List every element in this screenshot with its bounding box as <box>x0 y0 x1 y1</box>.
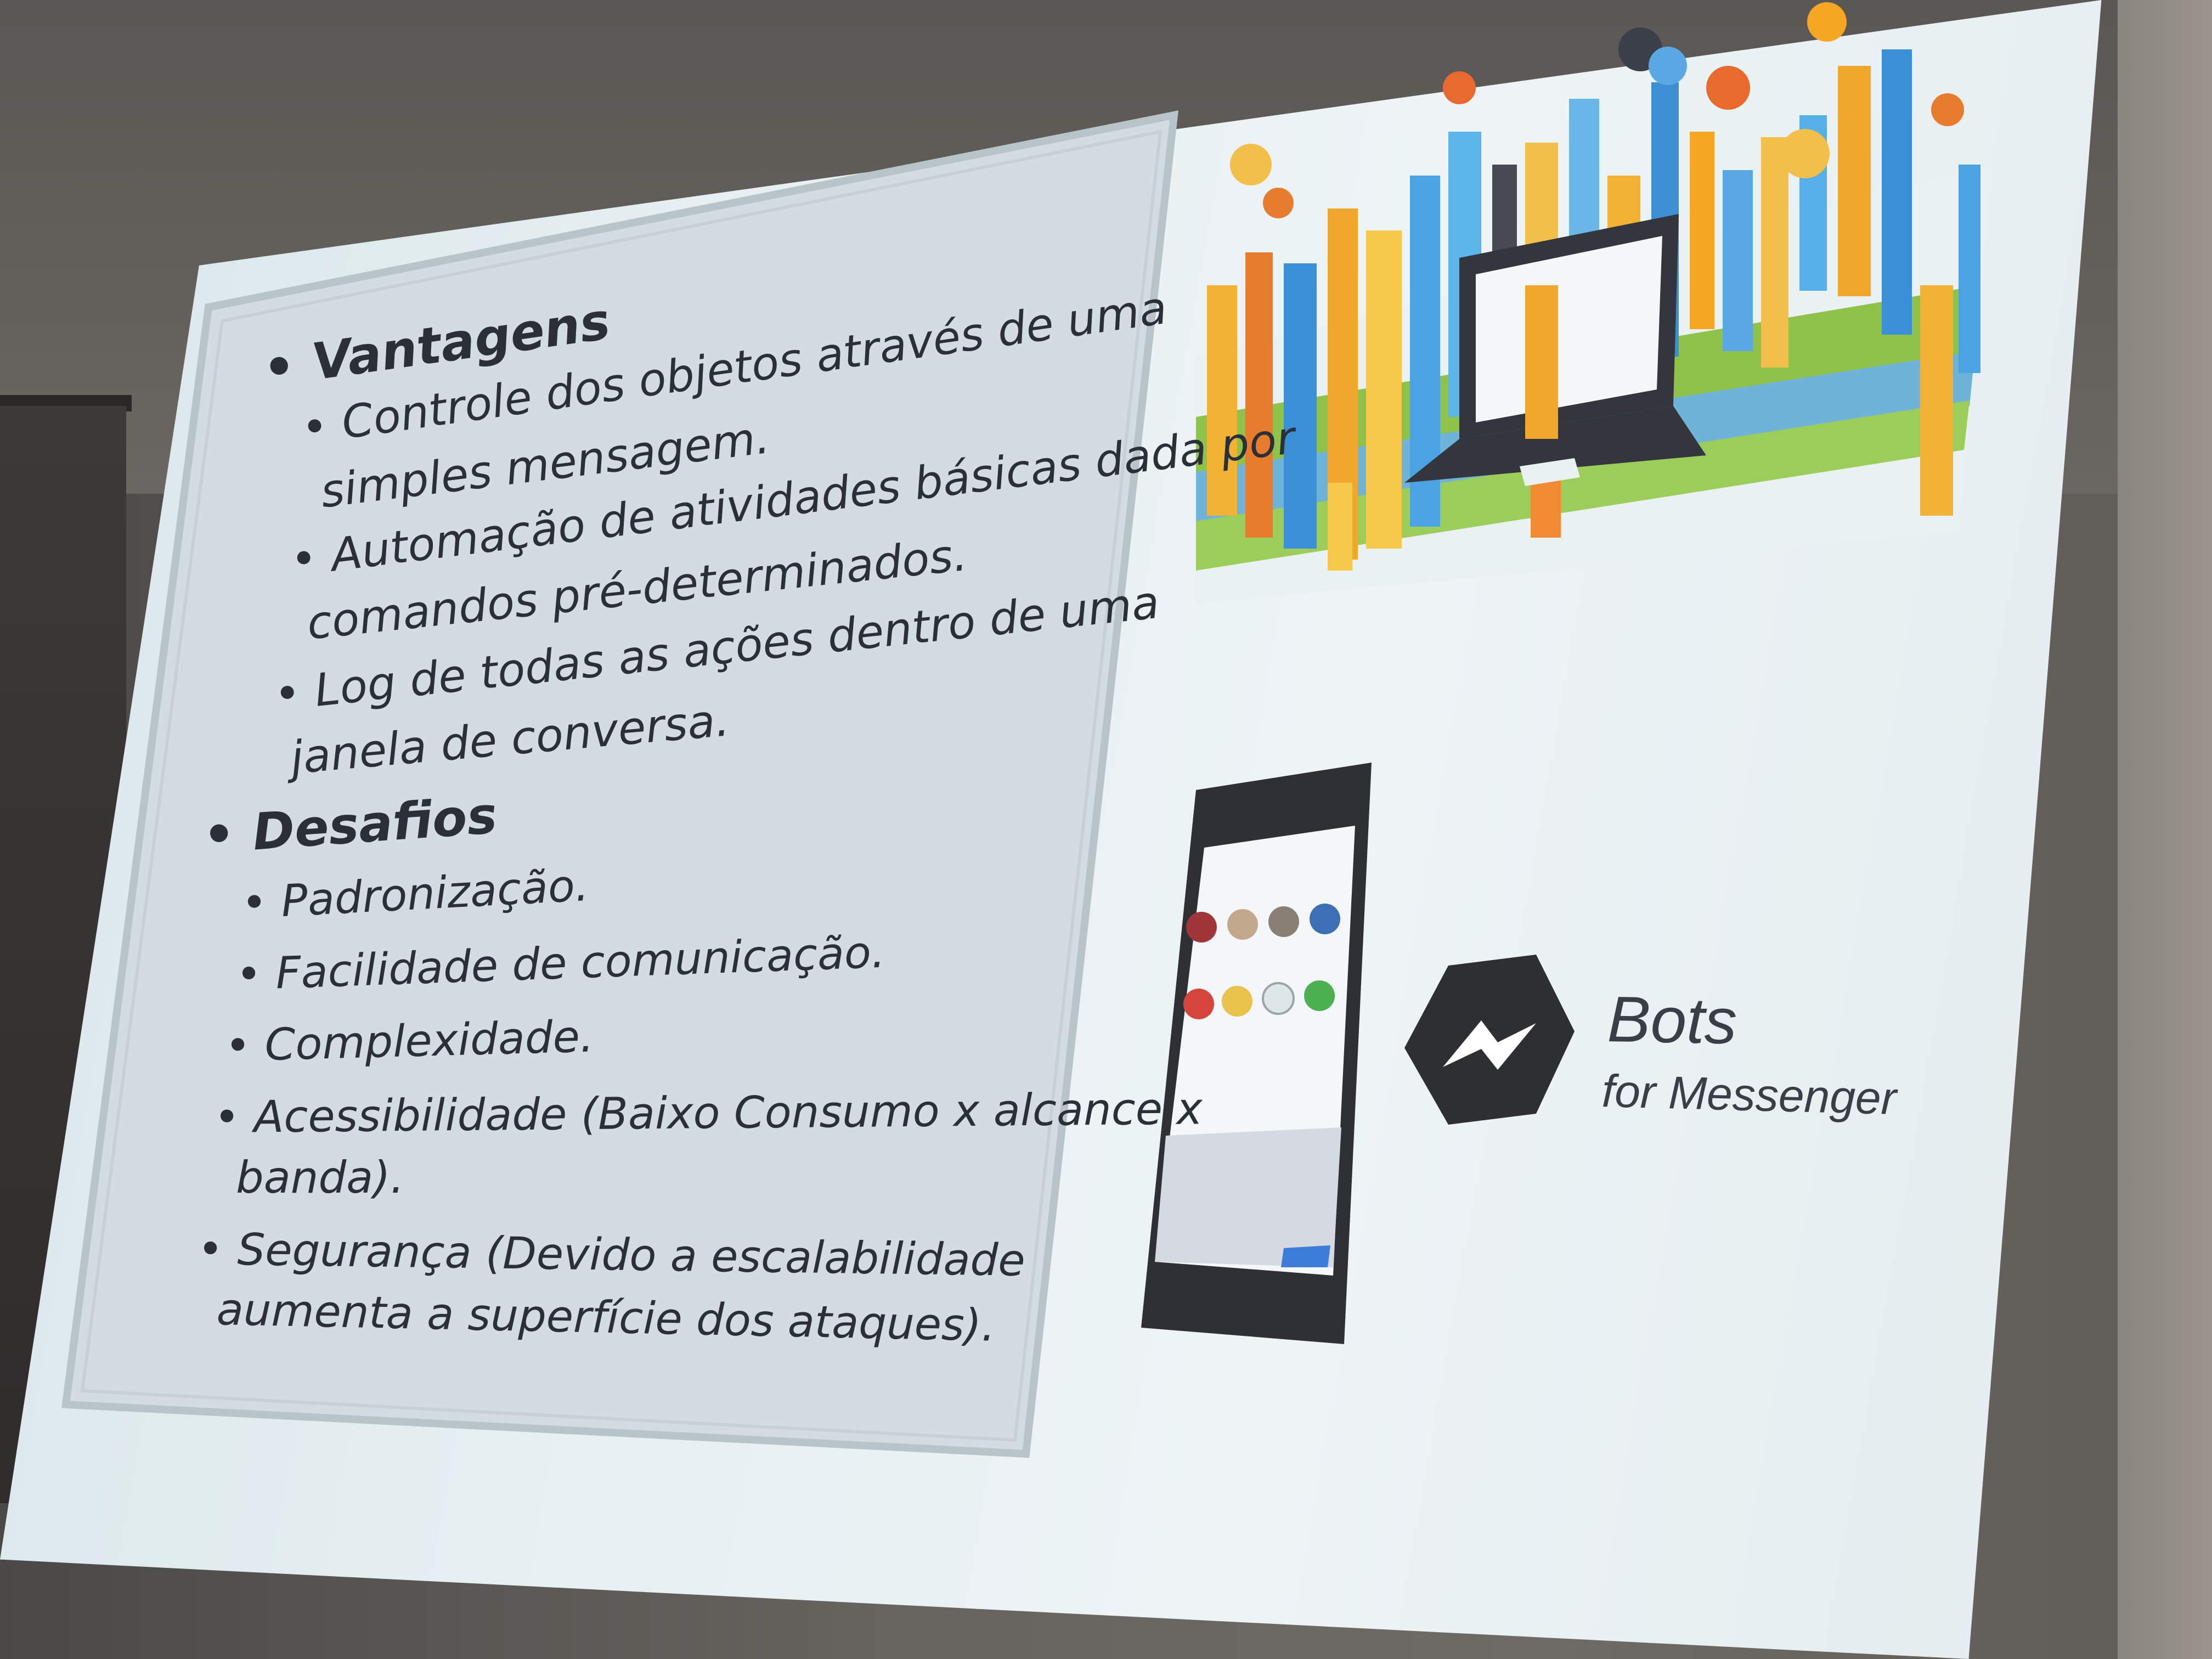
challenge-item: • Padronização. <box>240 859 590 929</box>
challenge-item-cont: banda). <box>236 1152 404 1203</box>
heading-challenges: • Desafios <box>201 786 499 865</box>
challenge-item: • Facilidade de comunicação. <box>235 926 886 1000</box>
challenge-item-cont: aumenta a superfície dos ataques). <box>216 1284 996 1351</box>
challenge-item: • Segurança (Devido a escalabilidade <box>197 1223 1026 1286</box>
slide-content: • Vantagens • Controle dos objetos atrav… <box>0 0 2212 1659</box>
challenge-item: • Complexidade. <box>224 1011 595 1071</box>
challenge-item: • Acessibilidade (Baixo Consumo x alcanc… <box>213 1083 1203 1143</box>
brand-subtitle: for Messenger <box>1601 1065 1897 1125</box>
brand-title: Bots <box>1606 983 1738 1058</box>
